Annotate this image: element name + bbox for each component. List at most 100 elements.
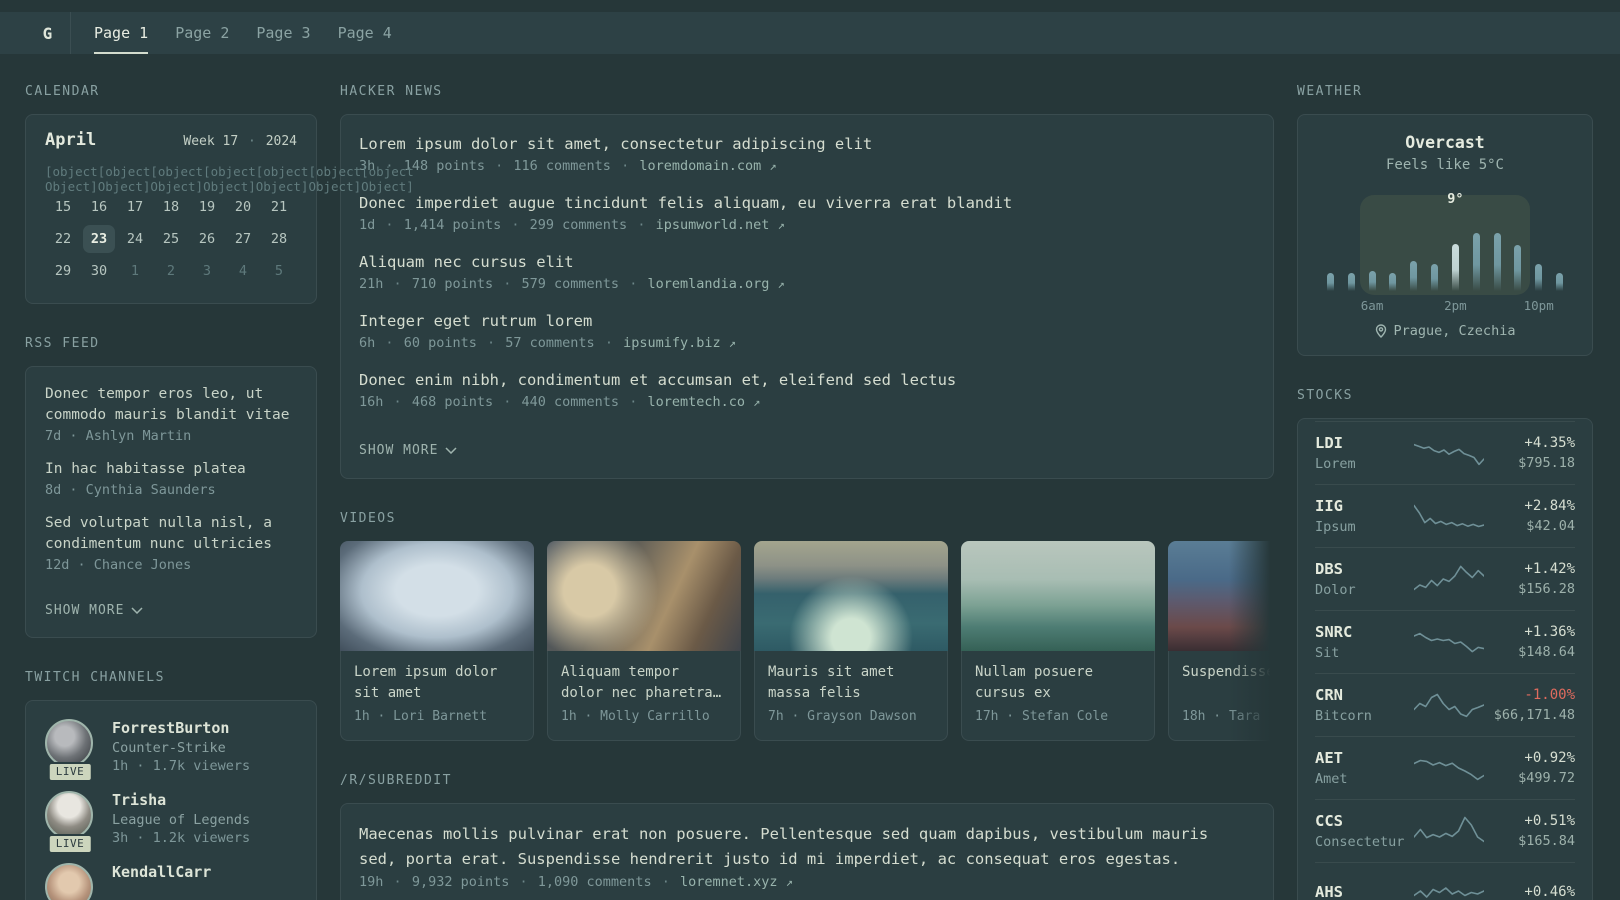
video-card[interactable]: Suspendisse diam 18h · Tara [1168, 541, 1274, 741]
calendar-day: 18 [162, 199, 180, 215]
item-domain-link[interactable]: loremlandia.org ↗ [647, 276, 784, 292]
hackernews-item-title[interactable]: Donec imperdiet augue tincidunt felis al… [359, 192, 1255, 215]
stock-sparkline [1414, 813, 1484, 849]
weather-bar-slot [1466, 195, 1487, 291]
video-card[interactable]: Lorem ipsum dolor sit amet consectetu… 1… [340, 541, 534, 741]
video-title[interactable]: Lorem ipsum dolor sit amet consectetu… [354, 662, 520, 704]
video-thumbnail[interactable] [1168, 541, 1274, 651]
item-domain-link[interactable]: ipsumify.biz ↗ [623, 335, 736, 351]
stock-row[interactable]: LDI Lorem +4.35% $795.18 [1315, 421, 1575, 484]
stock-row[interactable]: IIG Ipsum +2.84% $42.04 [1315, 484, 1575, 547]
twitch-channel-row[interactable]: LIVE ForrestBurton Counter-Strike 1h · 1… [45, 719, 297, 782]
rss-show-more-button[interactable]: SHOW MORE [45, 603, 143, 618]
rss-item-title[interactable]: Sed volutpat nulla nisl, a condimentum n… [45, 513, 297, 555]
video-title[interactable]: Aliquam tempor dolor nec pharetra… [561, 662, 727, 704]
calendar-day: 2 [166, 263, 176, 279]
chevron-down-icon [131, 607, 143, 614]
hackernews-item-meta: 6h · 60 points · 57 comments · ipsumify.… [359, 335, 1255, 351]
item-domain-link[interactable]: loremnet.xyz ↗ [680, 874, 793, 890]
stock-row[interactable]: AET Amet +0.92% $499.72 [1315, 736, 1575, 799]
hackernews-item-title[interactable]: Integer eget rutrum lorem [359, 310, 1255, 333]
video-thumbnail[interactable] [961, 541, 1155, 651]
middle-column: HACKER NEWS Lorem ipsum dolor sit amet, … [340, 84, 1274, 900]
weather-bar-slot: 9° 2pm [1444, 191, 1467, 313]
stock-name: Dolor [1315, 582, 1356, 598]
item-comments[interactable]: 299 comments [530, 217, 628, 233]
weather-bar-slot [1320, 195, 1341, 291]
video-thumbnail[interactable] [547, 541, 741, 651]
stock-row[interactable]: CCS Consectetur +0.51% $165.84 [1315, 799, 1575, 862]
calendar-day-headers: [object Object] [object Object] [object … [45, 164, 414, 194]
rss-section: RSS FEED Donec tempor eros leo, ut commo… [25, 336, 317, 638]
video-meta: 17h · Stefan Cole [975, 709, 1109, 724]
stock-row[interactable]: DBS Dolor +1.42% $156.28 [1315, 547, 1575, 610]
rss-item-meta: 8d · Cynthia Saunders [45, 482, 216, 498]
item-comments[interactable]: 579 comments [522, 276, 620, 292]
video-title[interactable]: Mauris sit amet massa felis [768, 662, 934, 704]
reddit-post-title[interactable]: Maecenas mollis pulvinar erat non posuer… [359, 822, 1239, 872]
app-logo[interactable]: G [25, 12, 71, 54]
hackernews-item-title[interactable]: Lorem ipsum dolor sit amet, consectetur … [359, 133, 1255, 156]
stock-symbol[interactable]: CCS [1315, 812, 1407, 830]
item-time: 19h [359, 874, 384, 890]
item-points: 468 points [411, 394, 494, 410]
calendar-day: 16 [90, 199, 108, 215]
calendar-day: 24 [126, 231, 144, 247]
video-title[interactable]: Suspendisse diam [1182, 662, 1274, 704]
video-thumbnail[interactable] [340, 541, 534, 651]
weather-location: Prague, Czechia [1318, 323, 1572, 339]
external-link-icon: ↗ [777, 218, 785, 232]
video-card[interactable]: Mauris sit amet massa felis 7h · Grayson… [754, 541, 948, 741]
twitch-channel-row[interactable]: LIVE Trisha League of Legends 3h · 1.2k … [45, 791, 297, 854]
weather-bar [1347, 273, 1355, 291]
page-tab[interactable]: Page 1 [94, 12, 149, 54]
item-comments[interactable]: 440 comments [522, 394, 620, 410]
twitch-channel-name[interactable]: ForrestBurton [112, 719, 250, 737]
hackernews-item-title[interactable]: Aliquam nec cursus elit [359, 251, 1255, 274]
twitch-channel-row[interactable]: KendallCarr [45, 863, 297, 900]
calendar-week-label: Week 17 [183, 134, 239, 149]
stock-symbol[interactable]: AET [1315, 749, 1407, 767]
calendar-day: 3 [202, 263, 212, 279]
item-time: 6h [359, 335, 376, 351]
stock-symbol[interactable]: LDI [1315, 434, 1407, 452]
stock-row[interactable]: SNRC Sit +1.36% $148.64 [1315, 610, 1575, 673]
stock-symbol[interactable]: CRN [1315, 686, 1407, 704]
hackernews-item-title[interactable]: Donec enim nibh, condimentum et accumsan… [359, 369, 1255, 392]
rss-item-title[interactable]: Donec tempor eros leo, ut commodo mauris… [45, 384, 297, 426]
item-domain-link[interactable]: ipsumworld.net ↗ [656, 217, 785, 233]
item-comments[interactable]: 57 comments [505, 335, 594, 351]
video-card[interactable]: Nullam posuere cursus ex 17h · Stefan Co… [961, 541, 1155, 741]
stock-symbol[interactable]: SNRC [1315, 623, 1407, 641]
subreddit-header: /R/SUBREDDIT [340, 773, 452, 788]
separator-dot: · [604, 335, 613, 351]
item-domain-link[interactable]: loremtech.co ↗ [647, 394, 760, 410]
twitch-channel-name[interactable]: Trisha [112, 791, 250, 809]
item-points: 148 points [403, 158, 485, 174]
page-tab[interactable]: Page 4 [338, 12, 392, 54]
stock-row[interactable]: AHS +0.46% [1315, 862, 1575, 900]
reddit-post-meta: 19h · 9,932 points · 1,090 comments · lo… [359, 874, 1255, 890]
twitch-channel-name[interactable]: KendallCarr [112, 863, 211, 881]
stock-name: Sit [1315, 645, 1340, 661]
stock-change: +1.42% [1524, 561, 1575, 577]
video-thumbnail[interactable] [754, 541, 948, 651]
stock-change: +1.36% [1524, 624, 1575, 640]
video-title[interactable]: Nullam posuere cursus ex [975, 662, 1141, 704]
stock-symbol[interactable]: IIG [1315, 497, 1407, 515]
page-tab[interactable]: Page 2 [175, 12, 229, 54]
hackernews-show-more-button[interactable]: SHOW MORE [359, 443, 457, 458]
stock-symbol[interactable]: AHS [1315, 883, 1407, 900]
calendar-day: 27 [234, 231, 252, 247]
item-comments[interactable]: 116 comments [513, 158, 611, 174]
stock-change: +4.35% [1524, 435, 1575, 451]
location-pin-icon [1375, 324, 1386, 338]
item-domain-link[interactable]: loremdomain.com ↗ [639, 158, 776, 174]
stock-symbol[interactable]: DBS [1315, 560, 1407, 578]
hackernews-header: HACKER NEWS [340, 84, 443, 99]
page-tab[interactable]: Page 3 [256, 12, 310, 54]
stock-row[interactable]: CRN Bitcorn -1.00% $66,171.48 [1315, 673, 1575, 736]
video-card[interactable]: Aliquam tempor dolor nec pharetra… 1h · … [547, 541, 741, 741]
rss-item-title[interactable]: In hac habitasse platea [45, 459, 297, 480]
item-comments[interactable]: 1,090 comments [538, 874, 652, 890]
